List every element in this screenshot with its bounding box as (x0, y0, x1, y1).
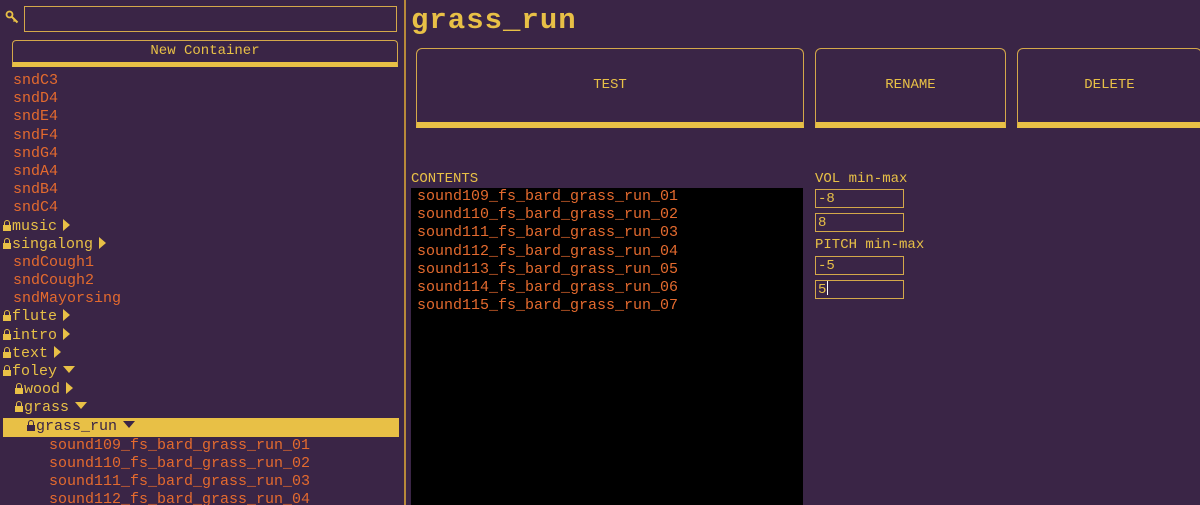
tree-sound-item[interactable]: sndD4 (0, 90, 404, 108)
tree-sound-item[interactable]: sndMayorsing (0, 290, 404, 308)
sound-tree: sndC3 sndD4 sndE4 sndF4 sndG4 sndA4 sndB4 sndC4… (0, 72, 404, 505)
pitch-min-field[interactable] (815, 256, 904, 275)
text-caret (827, 281, 829, 295)
caret-down-icon[interactable] (123, 420, 136, 428)
app-window: New Container sndC3 sndD4 sndE4 sndF4 sndG4 s… (0, 0, 1200, 505)
tree-sound-item[interactable]: sound110_fs_bard_grass_run_02 (0, 455, 404, 473)
tree-sound-item[interactable]: sound111_fs_bard_grass_run_03 (0, 473, 404, 491)
tree-item-label: sndE4 (13, 108, 59, 126)
tree-item-label: music (12, 217, 58, 235)
caret-right-icon[interactable] (63, 218, 71, 231)
tree-sound-item[interactable]: sndE4 (0, 108, 404, 126)
tree-item-label: sndC4 (13, 199, 59, 217)
lock-icon (27, 419, 35, 431)
lock-icon (15, 401, 23, 413)
tree-item-label: sndD4 (13, 90, 59, 108)
tree-item-label: sndC3 (13, 72, 59, 89)
search-input[interactable] (24, 6, 397, 32)
tree-sound-item[interactable]: sound109_fs_bard_grass_run_01 (0, 437, 404, 455)
tree-sound-item[interactable]: sndB4 (0, 181, 404, 199)
tree-folder[interactable]: intro (0, 327, 404, 345)
tree-folder[interactable]: music (0, 218, 404, 236)
contents-item[interactable]: sound112_fs_bard_grass_run_04 (411, 243, 803, 261)
caret-right-icon[interactable] (99, 236, 107, 249)
pitch-max-value: 5 (818, 282, 827, 298)
tree-item-label: sound110_fs_bard_grass_run_02 (49, 454, 311, 472)
key-icon (5, 10, 19, 24)
tree-item-label: sndB4 (13, 181, 59, 199)
lock-icon (3, 346, 11, 358)
tree-folder[interactable]: grass (0, 399, 404, 417)
tree-item-label: sndF4 (13, 126, 59, 144)
tree-item-label: flute (12, 308, 58, 326)
caret-right-icon[interactable] (54, 345, 62, 358)
contents-item[interactable]: sound113_fs_bard_grass_run_05 (411, 261, 803, 279)
tree-folder[interactable]: wood (0, 381, 404, 399)
contents-item[interactable]: sound110_fs_bard_grass_run_02 (411, 206, 803, 224)
tree-folder[interactable]: foley (0, 363, 404, 381)
contents-list[interactable]: sound109_fs_bard_grass_run_01 sound110_fs… (411, 188, 803, 505)
tree-item-label: sndCough2 (13, 272, 95, 290)
page-title: grass_run (411, 4, 577, 37)
pitch-max-field[interactable]: 5 (815, 280, 904, 299)
tree-item-label: sndMayorsing (13, 290, 122, 308)
contents-item[interactable]: sound115_fs_bard_grass_run_07 (411, 297, 803, 315)
lock-icon (3, 219, 11, 231)
tree-item-label: sound111_fs_bard_grass_run_03 (49, 472, 311, 490)
tree-item-label: grass (24, 399, 70, 417)
rename-button[interactable]: RENAME (815, 48, 1006, 128)
tree-item-label: text (12, 344, 49, 362)
tree-folder[interactable]: flute (0, 308, 404, 326)
tree-sound-item[interactable]: sound112_fs_bard_grass_run_04 (0, 491, 404, 505)
lock-icon (15, 383, 23, 395)
contents-item[interactable]: sound114_fs_bard_grass_run_06 (411, 279, 803, 297)
contents-item[interactable]: sound109_fs_bard_grass_run_01 (411, 188, 803, 206)
tree-sound-item[interactable]: sndC3 (0, 72, 404, 90)
delete-button[interactable]: DELETE (1017, 48, 1200, 128)
caret-right-icon[interactable] (63, 327, 71, 340)
tree-folder[interactable]: singalong (0, 236, 404, 254)
tree-folder[interactable]: grass_run (3, 417, 399, 437)
lock-icon (3, 237, 11, 249)
lock-icon (3, 310, 11, 322)
tree-item-label: grass_run (36, 417, 118, 435)
tree-sound-item[interactable]: sndCough2 (0, 272, 404, 290)
vol-label: VOL min-max (815, 171, 908, 187)
tree-item-label: foley (12, 363, 58, 380)
vol-max-field[interactable] (815, 213, 904, 232)
contents-item[interactable]: sound111_fs_bard_grass_run_03 (411, 224, 803, 242)
caret-right-icon[interactable] (63, 309, 71, 322)
tree-item-label: sndCough1 (13, 253, 95, 271)
pitch-label: PITCH min-max (815, 237, 925, 253)
tree-sound-item[interactable]: sndC4 (0, 199, 404, 217)
tree-item-label: intro (12, 326, 58, 344)
new-container-button[interactable]: New Container (12, 40, 398, 67)
tree-item-label: wood (24, 381, 61, 399)
tree-sound-item[interactable]: sndF4 (0, 127, 404, 145)
tree-sound-item[interactable]: sndG4 (0, 145, 404, 163)
lock-icon (3, 328, 11, 340)
caret-right-icon[interactable] (66, 382, 74, 395)
vol-min-field[interactable] (815, 189, 904, 208)
panel-divider[interactable] (404, 0, 406, 505)
tree-sound-item[interactable]: sndCough1 (0, 254, 404, 272)
test-button[interactable]: TEST (416, 48, 804, 128)
tree-item-label: sound112_fs_bard_grass_run_04 (49, 491, 311, 505)
caret-down-icon[interactable] (75, 402, 88, 410)
tree-item-label: sndA4 (13, 162, 59, 180)
contents-label: CONTENTS (411, 171, 479, 187)
lock-icon (3, 365, 11, 376)
caret-down-icon[interactable] (63, 366, 76, 373)
sidebar: New Container sndC3 sndD4 sndE4 sndF4 sndG4 s… (0, 0, 404, 505)
tree-item-label: sound109_fs_bard_grass_run_01 (49, 436, 311, 454)
tree-item-label: sndG4 (13, 144, 59, 162)
tree-item-label: singalong (12, 235, 94, 253)
tree-sound-item[interactable]: sndA4 (0, 163, 404, 181)
tree-folder[interactable]: text (0, 345, 404, 363)
